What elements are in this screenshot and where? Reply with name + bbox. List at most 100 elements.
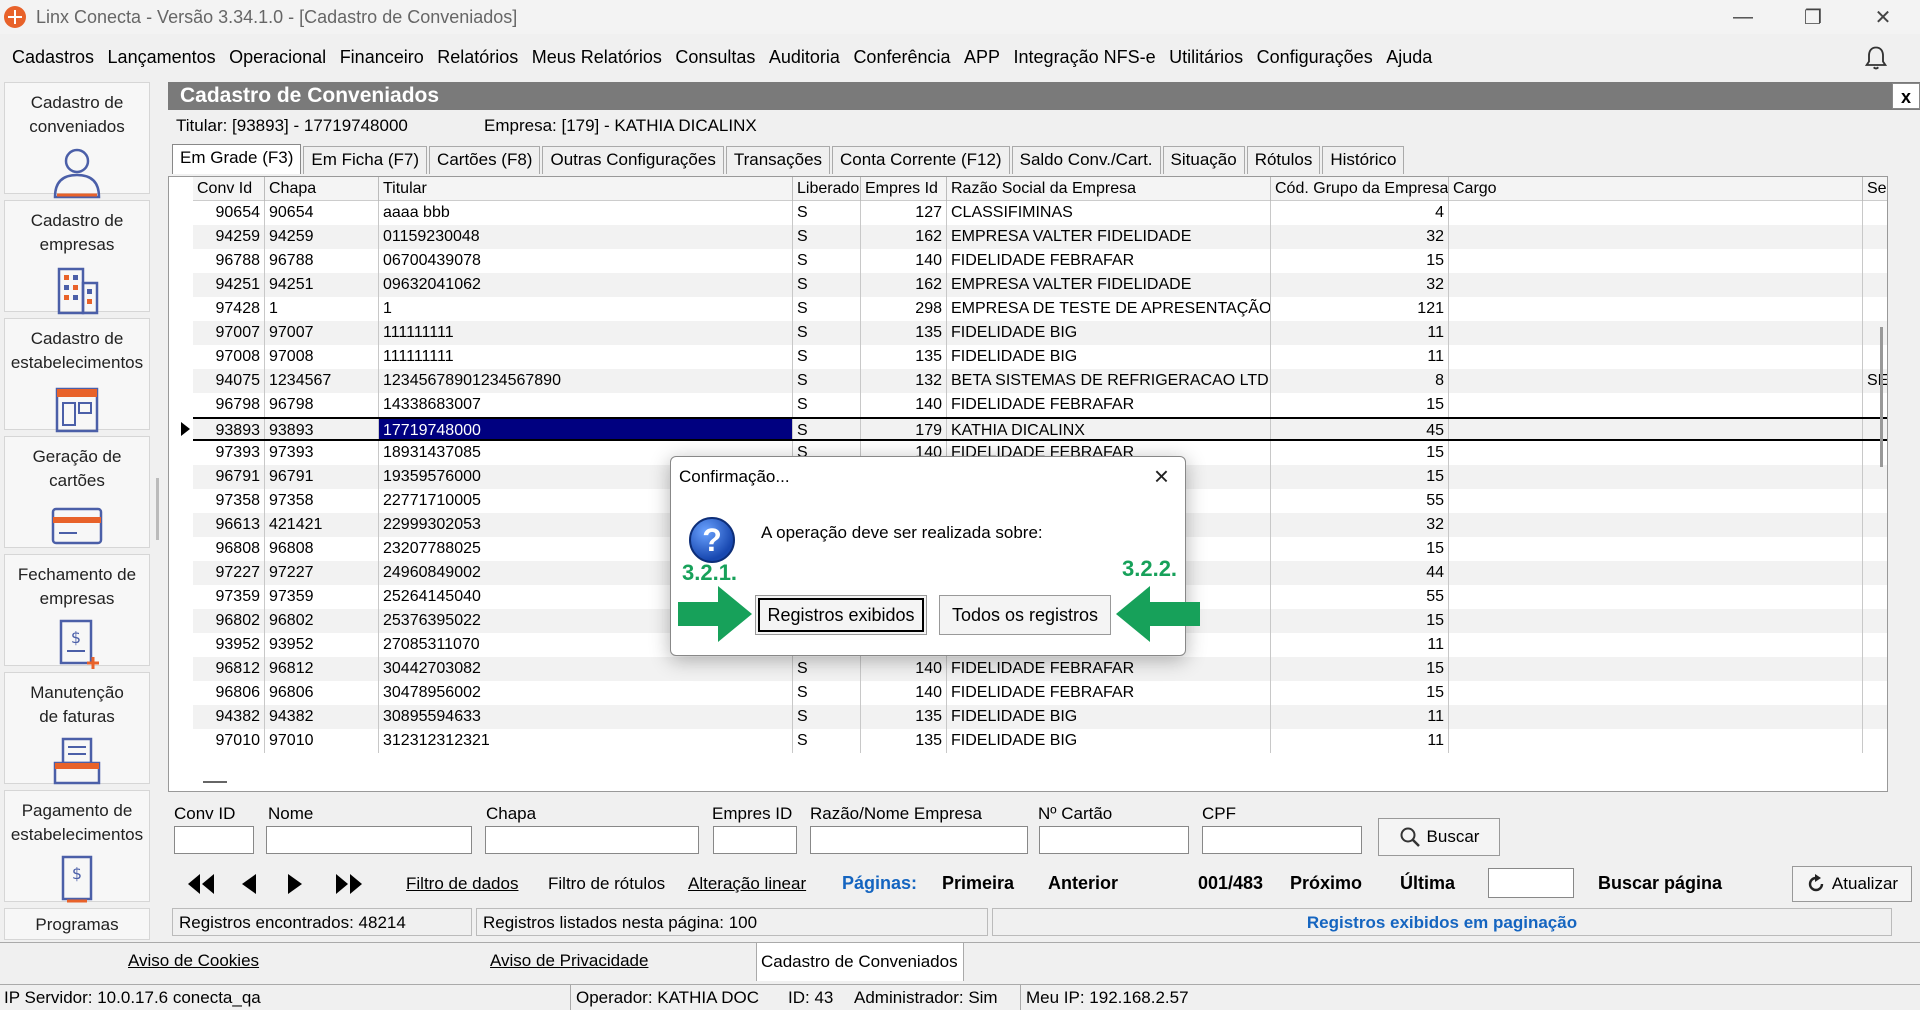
sidebar-item-pagamento[interactable]: Pagamento de estabelecimentos $ — [4, 790, 150, 903]
column-header[interactable]: Titular — [379, 177, 793, 201]
table-row[interactable]: 97010 97010 312312312321 S 135 FIDELIDADE BIG… — [193, 729, 1887, 753]
sidebar-item-cartoes[interactable]: Geração de cartões — [4, 436, 150, 548]
menu-relatorios[interactable]: Relatórios — [437, 47, 518, 68]
menu-integracao-nfse[interactable]: Integração NFS-e — [1014, 47, 1156, 68]
cpf-input[interactable] — [1202, 826, 1362, 854]
sidebar-item-empresas[interactable]: Cadastro de empresas — [4, 200, 150, 315]
cookies-link[interactable]: Aviso de Cookies — [128, 951, 259, 971]
first-page-icon[interactable] — [186, 872, 216, 896]
column-header[interactable]: Razão Social da Empresa — [947, 177, 1271, 201]
tab-outras-configuracoes[interactable]: Outras Configurações — [542, 146, 724, 174]
tab-conta-corrente[interactable]: Conta Corrente (F12) — [832, 146, 1010, 174]
column-header[interactable]: Liberado — [793, 177, 861, 201]
menu-conferencia[interactable]: Conferência — [853, 47, 950, 68]
tab-em-ficha[interactable]: Em Ficha (F7) — [303, 146, 428, 174]
menu-ajuda[interactable]: Ajuda — [1386, 47, 1432, 68]
column-header[interactable]: Conv Id — [193, 177, 265, 201]
nome-input[interactable] — [266, 826, 472, 854]
last-page-icon[interactable] — [334, 872, 364, 896]
table-row[interactable]: 96788 96788 06700439078 S 140 FIDELIDADE FEBR… — [193, 249, 1887, 273]
empresid-input[interactable] — [713, 826, 797, 854]
registros-exibidos-button[interactable]: Registros exibidos — [755, 595, 927, 635]
page-number-input[interactable] — [1488, 868, 1574, 898]
dialog-close-icon[interactable]: × — [1154, 461, 1169, 492]
table-cell: 162 — [861, 225, 947, 249]
alteracao-linear-link[interactable]: Alteração linear — [688, 874, 806, 894]
table-row[interactable]: 96806 96806 30478956002 S 140 FIDELIDADE FEBR… — [193, 681, 1887, 705]
column-header[interactable]: Se — [1863, 177, 1887, 201]
table-cell: S — [793, 249, 861, 273]
todos-registros-button[interactable]: Todos os registros — [939, 595, 1111, 635]
buscar-pagina-button[interactable]: Buscar página — [1598, 873, 1722, 894]
proximo-page-link[interactable]: Próximo — [1290, 873, 1362, 894]
cartao-input[interactable] — [1039, 826, 1189, 854]
atualizar-button[interactable]: Atualizar — [1792, 866, 1912, 902]
table-row[interactable]: 97007 97007 111111111 S 135 FIDELIDADE BIG 11 — [193, 321, 1887, 345]
column-header[interactable]: Cód. Grupo da Empresa — [1271, 177, 1449, 201]
table-row[interactable]: 97428 1 1 S 298 EMPRESA DE TESTE DE APRESENTA… — [193, 297, 1887, 321]
sidebar-scrollbar[interactable] — [156, 478, 159, 540]
close-form-button[interactable]: x — [1892, 83, 1920, 109]
menu-consultas[interactable]: Consultas — [675, 47, 755, 68]
table-row[interactable]: 96798 96798 14338683007 S 140 FIDELIDADE FEBR… — [193, 393, 1887, 417]
table-cell: 135 — [861, 729, 947, 753]
minimize-icon[interactable]: — — [1714, 0, 1772, 34]
table-cell — [1449, 561, 1863, 585]
menu-operacional[interactable]: Operacional — [229, 47, 326, 68]
table-row[interactable]: 97008 97008 111111111 S 135 FIDELIDADE BIG 11 — [193, 345, 1887, 369]
filtro-dados-link[interactable]: Filtro de dados — [406, 874, 518, 894]
primeira-page-link[interactable]: Primeira — [942, 873, 1014, 894]
table-row[interactable]: 96812 96812 30442703082 S 140 FIDELIDADE FEBR… — [193, 657, 1887, 681]
menu-configuracoes[interactable]: Configurações — [1257, 47, 1373, 68]
menu-lancamentos[interactable]: Lançamentos — [108, 47, 216, 68]
ultima-page-link[interactable]: Última — [1400, 873, 1455, 894]
menu-auditoria[interactable]: Auditoria — [769, 47, 840, 68]
buscar-button[interactable]: Buscar — [1378, 818, 1500, 856]
bell-icon[interactable] — [1862, 44, 1890, 72]
table-cell: 97428 — [193, 297, 265, 321]
tab-cartoes[interactable]: Cartões (F8) — [429, 146, 541, 174]
menu-meus-relatorios[interactable]: Meus Relatórios — [532, 47, 662, 68]
menu-financeiro[interactable]: Financeiro — [340, 47, 424, 68]
close-icon[interactable]: ✕ — [1854, 0, 1912, 34]
sidebar-item-programas[interactable]: Programas — [4, 908, 150, 940]
privacy-link[interactable]: Aviso de Privacidade — [490, 951, 648, 971]
column-header[interactable]: Empres Id — [861, 177, 947, 201]
table-row[interactable]: 93893 93893 17719748000 S 179 KATHIA DICALINX… — [193, 417, 1887, 441]
svg-text:$: $ — [72, 864, 82, 883]
menu-cadastros[interactable]: Cadastros — [12, 47, 94, 68]
tab-em-grade[interactable]: Em Grade (F3) — [172, 144, 302, 174]
tab-saldo[interactable]: Saldo Conv./Cart. — [1011, 146, 1161, 174]
grid-horizontal-scrollbar[interactable] — [203, 781, 227, 783]
menu-utilitarios[interactable]: Utilitários — [1169, 47, 1243, 68]
sidebar-item-conveniados[interactable]: Cadastro de conveniados — [4, 82, 150, 199]
tab-rotulos[interactable]: Rótulos — [1246, 146, 1321, 174]
anterior-page-link[interactable]: Anterior — [1048, 873, 1118, 894]
table-cell — [1449, 489, 1863, 513]
next-page-icon[interactable] — [286, 872, 306, 896]
grid-vertical-scrollbar[interactable] — [1880, 327, 1883, 467]
previous-page-icon[interactable] — [238, 872, 258, 896]
menu-app[interactable]: APP — [964, 47, 1000, 68]
table-cell: 4 — [1271, 201, 1449, 225]
table-row[interactable]: 90654 90654 aaaa bbb S 127 CLASSIFIMINAS 4 — [193, 201, 1887, 225]
sidebar-item-estabelecimentos[interactable]: Cadastro de estabelecimentos — [4, 318, 150, 433]
column-header[interactable]: Cargo — [1449, 177, 1863, 201]
restore-icon[interactable]: ❐ — [1784, 0, 1842, 34]
table-row[interactable]: 94382 94382 30895594633 S 135 FIDELIDADE BIG 1… — [193, 705, 1887, 729]
sidebar-item-fechamento[interactable]: Fechamento de empresas $ — [4, 554, 150, 669]
table-row[interactable]: 94251 94251 09632041062 S 162 EMPRESA VALTER … — [193, 273, 1887, 297]
razao-input[interactable] — [810, 826, 1028, 854]
convid-input[interactable] — [174, 826, 254, 854]
sidebar-item-faturas[interactable]: Manutenção de faturas — [4, 672, 150, 785]
table-row[interactable]: 94259 94259 01159230048 S 162 EMPRESA VALTER … — [193, 225, 1887, 249]
tab-historico[interactable]: Histórico — [1322, 146, 1405, 174]
table-cell: S — [793, 393, 861, 417]
open-window-tab[interactable]: Cadastro de Conveniados — [756, 943, 964, 981]
chapa-input[interactable] — [485, 826, 699, 854]
tab-transacoes[interactable]: Transações — [725, 146, 831, 174]
tab-situacao[interactable]: Situação — [1162, 146, 1245, 174]
table-row[interactable]: 94075 1234567 12345678901234567890 S 132 BETA… — [193, 369, 1887, 393]
filtro-rotulos-link[interactable]: Filtro de rótulos — [548, 874, 665, 894]
column-header[interactable]: Chapa — [265, 177, 379, 201]
